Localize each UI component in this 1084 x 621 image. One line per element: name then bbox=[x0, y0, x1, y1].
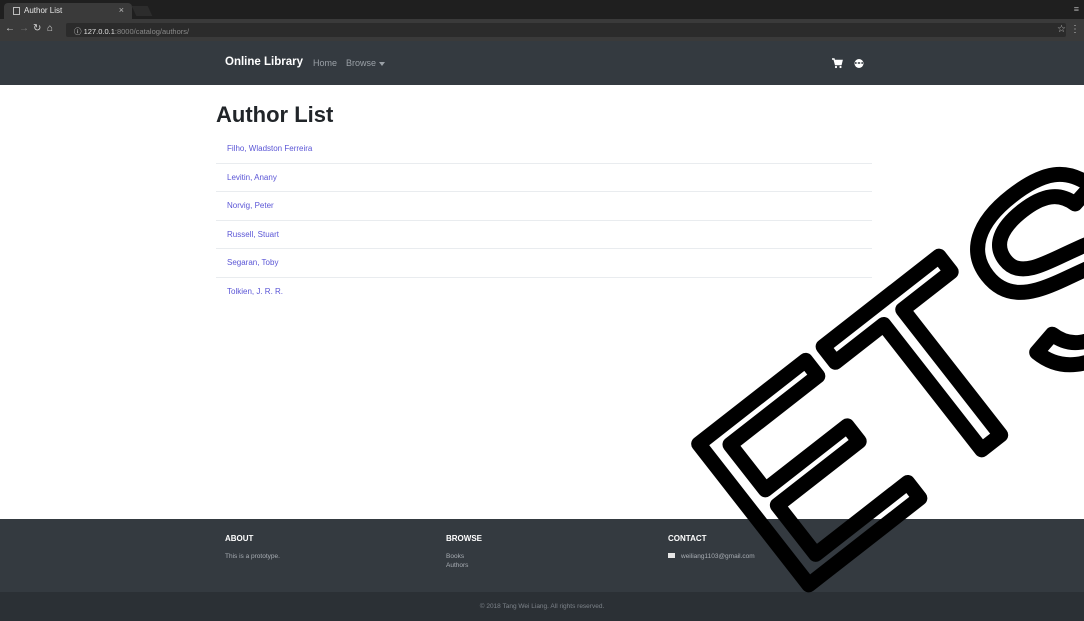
browser-tab[interactable]: Author List × bbox=[4, 3, 132, 19]
menu-kebab-icon[interactable]: ⋮ bbox=[1070, 24, 1080, 35]
page-title: Author List bbox=[216, 102, 334, 127]
site-footer: ABOUT This is a prototype. BROWSE Books … bbox=[0, 519, 1084, 621]
window-menu-icon[interactable]: ≡ bbox=[1074, 4, 1079, 14]
chevron-down-icon bbox=[379, 61, 386, 66]
browser-address-bar: ← → ↻ ⌂ ⓘ 127.0.0.1:8000/catalog/authors… bbox=[0, 19, 1084, 41]
reload-icon[interactable]: ↻ bbox=[33, 24, 41, 34]
footer-email-text: weiliang1103@gmail.com bbox=[681, 553, 755, 560]
url-path: :8000/catalog/authors/ bbox=[114, 27, 190, 36]
forward-icon[interactable]: → bbox=[19, 24, 29, 34]
nav-browse-dropdown[interactable]: Browse bbox=[346, 58, 386, 68]
footer-contact: CONTACT weiliang1103@gmail.com bbox=[668, 534, 755, 561]
envelope-icon bbox=[668, 552, 675, 558]
footer-about: ABOUT This is a prototype. bbox=[225, 534, 280, 561]
author-link[interactable]: Segaran, Toby bbox=[216, 249, 872, 278]
author-link[interactable]: Filho, Wladston Ferreira bbox=[216, 135, 872, 164]
page-icon bbox=[13, 7, 20, 15]
browser-tab-bar: Author List × ≡ bbox=[0, 0, 1084, 19]
tab-title: Author List bbox=[24, 6, 63, 15]
new-tab-button[interactable] bbox=[131, 6, 153, 16]
bookmark-star-icon[interactable]: ☆ bbox=[1057, 24, 1066, 35]
footer-about-text: This is a prototype. bbox=[225, 553, 280, 560]
footer-browse-title: BROWSE bbox=[446, 534, 482, 543]
url-field[interactable]: ⓘ 127.0.0.1:8000/catalog/authors/ bbox=[66, 23, 1066, 37]
footer-email[interactable]: weiliang1103@gmail.com bbox=[668, 552, 755, 561]
footer-about-title: ABOUT bbox=[225, 534, 254, 543]
footer-books-link[interactable]: Books bbox=[446, 552, 482, 561]
url-host: 127.0.0.1 bbox=[83, 27, 115, 36]
footer-copyright: © 2018 Tang Wei Liang. All rights reserv… bbox=[0, 592, 1084, 621]
footer-contact-title: CONTACT bbox=[668, 534, 707, 543]
author-link[interactable]: Russell, Stuart bbox=[216, 221, 872, 249]
author-link[interactable]: Tolkien, J. R. R. bbox=[216, 278, 872, 307]
info-icon[interactable]: ⓘ bbox=[74, 27, 82, 36]
nav-home-link[interactable]: Home bbox=[313, 58, 337, 68]
site-navbar: Online Library Home Browse bbox=[0, 41, 1084, 85]
footer-authors-link[interactable]: Authors bbox=[446, 561, 482, 570]
browse-label: Browse bbox=[346, 58, 377, 68]
user-icon[interactable] bbox=[853, 57, 865, 69]
brand-link[interactable]: Online Library bbox=[225, 56, 303, 68]
cart-icon[interactable] bbox=[831, 57, 843, 69]
back-icon[interactable]: ← bbox=[5, 24, 15, 34]
tab-close-icon[interactable]: × bbox=[119, 5, 124, 15]
footer-browse: BROWSE Books Authors bbox=[446, 534, 482, 570]
author-list: Filho, Wladston Ferreira Levitin, Anany … bbox=[216, 135, 872, 306]
author-link[interactable]: Levitin, Anany bbox=[216, 164, 872, 192]
home-icon[interactable]: ⌂ bbox=[47, 24, 53, 34]
author-link[interactable]: Norvig, Peter bbox=[216, 192, 872, 221]
